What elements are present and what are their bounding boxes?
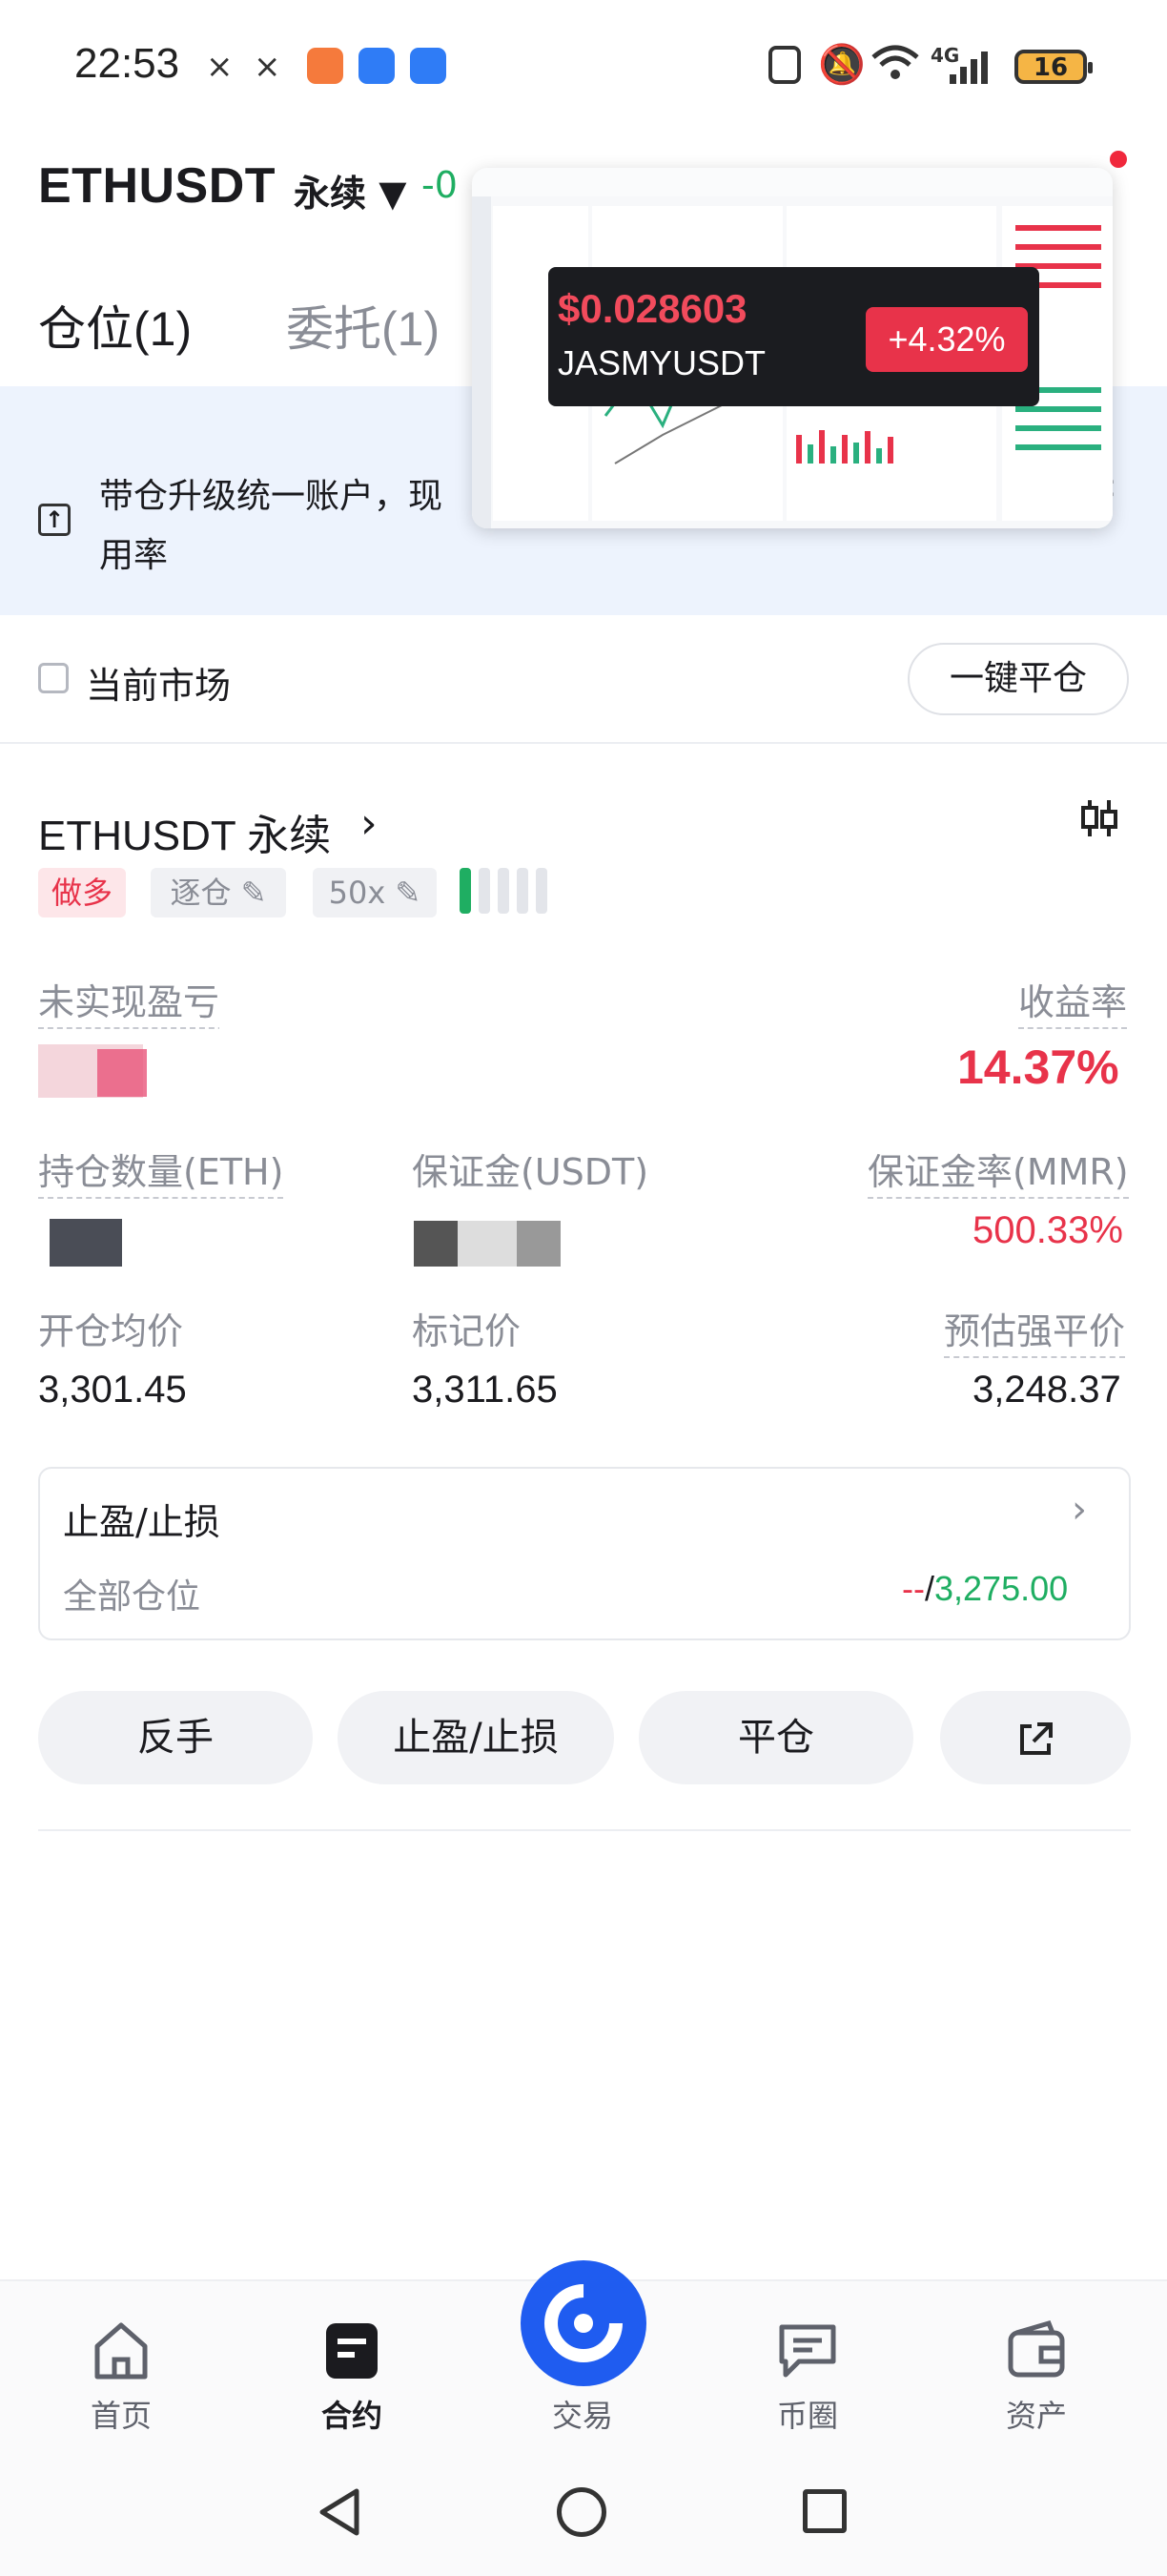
home-circle-icon[interactable] bbox=[557, 2487, 606, 2537]
community-icon bbox=[779, 2324, 836, 2378]
mark-price-label: 标记价 bbox=[412, 1310, 522, 1352]
reverse-button[interactable]: 反手 bbox=[38, 1691, 313, 1784]
unrealized-pnl-cover bbox=[219, 963, 353, 1030]
mmr-value: 500.33% bbox=[972, 1209, 1123, 1251]
share-button[interactable] bbox=[940, 1691, 1131, 1784]
wallet-icon bbox=[1008, 2319, 1065, 2378]
mark-price-value: 3,311.65 bbox=[412, 1369, 558, 1411]
mmr-label[interactable]: 保证金率(MMR) bbox=[868, 1143, 1129, 1199]
mute-icon: 🔕 bbox=[818, 43, 866, 87]
nfc-icon bbox=[768, 46, 801, 84]
margin-mode-label: 逐仓 bbox=[170, 875, 232, 911]
contract-type-dropdown[interactable]: 永续 ▼ bbox=[294, 164, 406, 216]
direction-tag: 做多 bbox=[38, 868, 126, 917]
symbol-title[interactable]: ETHUSDT bbox=[38, 157, 276, 215]
signal-icon bbox=[948, 48, 995, 90]
position-size-label[interactable]: 持仓数量(ETH) bbox=[38, 1143, 284, 1199]
app-notification-icon bbox=[358, 48, 395, 84]
current-market-checkbox[interactable] bbox=[38, 663, 69, 693]
tpsl-values: --/3,275.00 bbox=[902, 1569, 1068, 1609]
app-notification-icon bbox=[410, 48, 446, 84]
futures-icon bbox=[326, 2323, 378, 2379]
tpsl-separator: / bbox=[924, 1569, 934, 1608]
tpsl-button[interactable]: 止盈/止损 bbox=[338, 1691, 614, 1784]
liq-price-label[interactable]: 预估强平价 bbox=[944, 1302, 1126, 1358]
adl-indicator-bar bbox=[517, 868, 528, 914]
missed-call-icon: ⨯ bbox=[206, 48, 234, 86]
trade-button[interactable] bbox=[521, 2260, 646, 2386]
tab-positions[interactable]: 仓位(1) bbox=[38, 291, 192, 360]
adl-indicator-bar bbox=[460, 868, 471, 914]
pip-price: $0.028603 bbox=[558, 286, 747, 331]
status-time: 22:53 bbox=[74, 40, 180, 87]
wifi-icon bbox=[870, 42, 921, 88]
margin-value bbox=[414, 1221, 561, 1267]
missed-call-icon: ⨯ bbox=[254, 48, 281, 86]
pip-change-badge: +4.32% bbox=[866, 307, 1028, 372]
app-notification-icon bbox=[307, 48, 343, 84]
nav-assets[interactable]: 资产 bbox=[965, 2318, 1108, 2434]
tp-value: -- bbox=[902, 1569, 925, 1608]
trade-icon bbox=[544, 2284, 623, 2362]
current-market-label[interactable]: 当前市场 bbox=[86, 656, 231, 709]
position-size-value bbox=[50, 1219, 122, 1267]
nav-futures-label: 合约 bbox=[320, 2398, 382, 2434]
tpsl-title: 止盈/止损 bbox=[63, 1501, 220, 1543]
chevron-right-icon[interactable]: › bbox=[360, 799, 378, 848]
recents-icon[interactable] bbox=[803, 2489, 847, 2533]
entry-price-label: 开仓均价 bbox=[38, 1310, 184, 1352]
price-change: -0 bbox=[421, 164, 458, 206]
card-divider bbox=[38, 1829, 1131, 1831]
adl-indicator-bar bbox=[498, 868, 509, 914]
close-position-button[interactable]: 平仓 bbox=[639, 1691, 913, 1784]
margin-label: 保证金(USDT) bbox=[412, 1151, 649, 1193]
chevron-right-icon[interactable]: › bbox=[1072, 1488, 1087, 1532]
notification-dot bbox=[1110, 151, 1127, 168]
nav-home-label: 首页 bbox=[90, 2398, 152, 2434]
close-all-button[interactable]: 一键平仓 bbox=[908, 643, 1129, 715]
roe-value: 14.37% bbox=[957, 1041, 1119, 1094]
adl-indicator-bar bbox=[479, 868, 490, 914]
upgrade-icon: ↑ bbox=[38, 504, 71, 536]
margin-mode-tag[interactable]: 逐仓 ✎ bbox=[151, 868, 286, 917]
liq-price-value: 3,248.37 bbox=[972, 1369, 1121, 1411]
share-icon bbox=[1020, 1722, 1053, 1755]
leverage-label: 50x bbox=[328, 875, 386, 911]
nav-assets-label: 资产 bbox=[1005, 2398, 1067, 2434]
position-title[interactable]: ETHUSDT 永续 bbox=[38, 801, 331, 862]
pip-symbol: JASMYUSDT bbox=[558, 343, 767, 382]
chart-icon[interactable] bbox=[1077, 796, 1121, 844]
back-icon[interactable] bbox=[315, 2485, 364, 2543]
roe-label[interactable]: 收益率 bbox=[1018, 973, 1128, 1029]
tab-orders[interactable]: 委托(1) bbox=[286, 291, 440, 360]
sl-value: 3,275.00 bbox=[934, 1569, 1069, 1608]
entry-price-value: 3,301.45 bbox=[38, 1369, 187, 1411]
nav-home[interactable]: 首页 bbox=[50, 2318, 193, 2434]
filter-divider bbox=[0, 742, 1167, 744]
edit-icon: ✎ bbox=[240, 875, 267, 911]
banner-text: 带仓升级统一账户，现 用率 bbox=[99, 477, 443, 575]
battery-icon: 16 bbox=[1014, 50, 1093, 84]
nav-futures[interactable]: 合约 bbox=[280, 2318, 423, 2434]
edit-icon: ✎ bbox=[395, 875, 421, 911]
nav-community[interactable]: 币圈 bbox=[736, 2318, 879, 2434]
nav-community-label: 币圈 bbox=[776, 2398, 838, 2434]
home-icon bbox=[94, 2322, 148, 2380]
adl-indicator-bar bbox=[536, 868, 547, 914]
leverage-tag[interactable]: 50x ✎ bbox=[313, 868, 437, 917]
unrealized-pnl-value-mask bbox=[97, 1049, 147, 1097]
tpsl-scope: 全部仓位 bbox=[63, 1577, 201, 1617]
nav-trade-label[interactable]: 交易 bbox=[511, 2392, 654, 2436]
